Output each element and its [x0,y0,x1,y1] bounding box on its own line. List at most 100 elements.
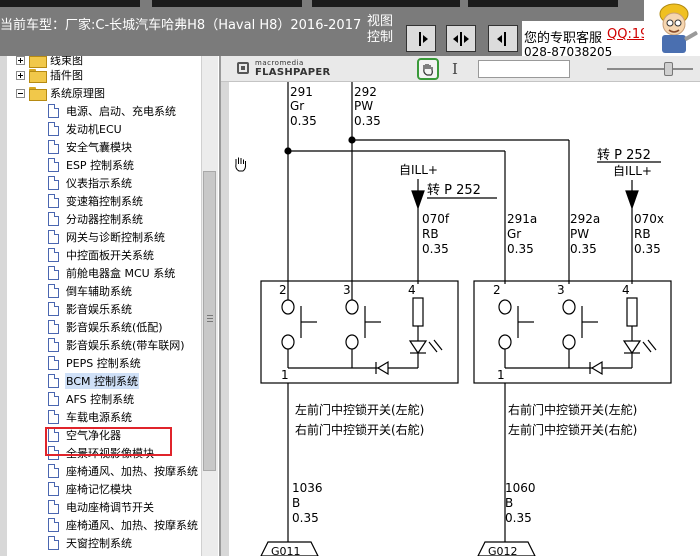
tree-item[interactable]: ESP 控制系统 [48,156,135,174]
diode-icon [590,360,603,376]
wire-070f-label: 070f RB 0.35 [422,212,450,256]
document-icon [48,140,59,154]
collapse-minus-icon[interactable] [16,88,25,98]
arrow-down-icon [411,190,425,210]
tree-folder-schematics[interactable]: 系统原理图 [16,84,106,102]
tree-item-label: 影音娱乐系统 [66,303,132,316]
tree-item[interactable]: 天窗控制系统 [48,534,133,552]
tree-item[interactable]: 发动机ECU [48,120,123,138]
pin-number: 2 [493,283,501,297]
service-qq-link[interactable]: QQ:19 [607,27,644,42]
tree-item-label: 变速箱控制系统 [66,195,143,208]
tree-item[interactable]: 变速箱控制系统 [48,192,144,210]
tree-item-label: 座椅记忆模块 [66,483,132,496]
system-tree-panel: 线束图 插件图 系统原理图 电源、启动、充电系统 发动机ECU 安全气囊模块 E… [0,56,221,556]
switch-contact [498,299,512,315]
wire-291a-label: 291a Gr 0.35 [507,212,537,256]
tree-item[interactable]: 电源、启动、充电系统 [48,102,177,120]
wire-1036-label: 1036 B 0.35 [292,481,323,525]
wire-number: 070x [634,212,664,226]
tree-item[interactable]: 座椅通风、加热、按摩系统 [48,516,199,534]
pin-number: 3 [343,283,351,297]
wire-number: 1036 [292,481,323,495]
left-switch-name: 左前门中控锁开关(左舵) [295,402,424,417]
tree-item[interactable]: 网关与诊断控制系统 [48,228,166,246]
wire-size: 0.35 [570,242,597,256]
tree-item[interactable]: 倒车辅助系统 [48,282,133,300]
tree-item-label: 电动座椅调节开关 [66,501,154,514]
tree-item-selected[interactable]: BCM 控制系统 [48,372,140,390]
tree-item[interactable]: 影音娱乐系统(带车联网) [48,336,186,354]
wire-size: 0.35 [292,511,319,525]
tree-item-label: 电源、启动、充电系统 [66,105,176,118]
document-icon [48,212,59,226]
toolbar-top-strip [468,0,618,7]
pin-number: 1 [281,368,289,382]
folder-icon [29,69,47,83]
mechanic-mascot-icon [644,0,700,56]
tree-item[interactable]: 前舱电器盒 MCU 系统 [48,264,176,282]
pin-number: 4 [408,283,416,297]
tree-item-label: 前舱电器盒 MCU 系统 [66,267,176,280]
flashpaper-viewer: macromedia FLASHPAPER I 291 Gr 0.35 292 … [221,56,700,556]
tree-item-label: 发动机ECU [66,123,122,136]
expand-plus-icon[interactable] [16,56,25,65]
pin-number: 4 [622,283,630,297]
tree-item-label: ESP 控制系统 [66,159,135,172]
tree-item-label: BCM 控制系统 [65,373,140,389]
tree-item[interactable]: 座椅记忆模块 [48,480,133,498]
document-icon [48,158,59,172]
right-switch-name: 右前门中控锁开关(左舵) [508,402,637,417]
tree-item[interactable]: 仪表指示系统 [48,174,133,192]
document-icon [48,230,59,244]
tree-item[interactable]: 影音娱乐系统(低配) [48,318,164,336]
wire-color: Gr [507,227,521,241]
tree-item[interactable]: AFS 控制系统 [48,390,135,408]
led-icon [622,340,642,355]
document-icon [48,518,59,532]
two-page-icon [453,31,469,46]
tree-item-label: 影音娱乐系统(低配) [66,321,163,334]
document-icon [48,302,59,316]
tree-scrollbar-thumb[interactable] [203,171,216,471]
tree-item[interactable]: 影音娱乐系统 [48,300,133,318]
tree-item-label: 车载电源系统 [66,411,132,424]
wire-size: 0.35 [505,511,532,525]
switch-contact [498,334,512,350]
document-icon [48,320,59,334]
tree-item[interactable]: 安全气囊模块 [48,138,133,156]
prev-view-button[interactable] [488,25,518,52]
wire-color: RB [422,227,439,241]
tree-item[interactable]: 座椅通风、加热、按摩系统 [48,462,199,480]
document-icon [48,374,59,388]
tree-item-label: 座椅通风、加热、按摩系统 [66,465,198,478]
wire-1060-label: 1060 B 0.35 [505,481,536,525]
wire-292a-label: 292a PW 0.35 [570,212,600,256]
wire-number: 291 [290,85,313,99]
document-icon [48,500,59,514]
wire-291-label: 291 Gr 0.35 [290,85,317,128]
wire-color: B [292,496,300,510]
tree-item-label: 安全气囊模块 [66,141,132,154]
expand-plus-icon[interactable] [16,70,25,80]
wire-color: PW [354,99,373,113]
tree-folder-connectors[interactable]: 插件图 [16,66,84,84]
tree-item[interactable]: 全景环视影像模块 [48,444,155,462]
pin-number: 2 [279,283,287,297]
tree-item[interactable]: PEPS 控制系统 [48,354,142,372]
tree-item-label: 中控面板开关系统 [66,249,154,262]
tree-item[interactable]: 电动座椅调节开关 [48,498,155,516]
tree-item[interactable]: 空气净化器 [48,426,122,444]
tree-item[interactable]: 分动器控制系统 [48,210,144,228]
document-icon [48,176,59,190]
tree-item[interactable]: 车载电源系统 [48,408,133,426]
switch-contact [281,299,295,315]
tree-item-label: 倒车辅助系统 [66,285,132,298]
led-icon [408,340,428,355]
ill-source-label-right: 自ILL+ [613,164,652,178]
document-icon [48,248,59,262]
single-page-view-button[interactable] [406,25,436,52]
two-page-view-button[interactable] [446,25,476,52]
document-icon [48,266,59,280]
tree-item[interactable]: 中控面板开关系统 [48,246,155,264]
